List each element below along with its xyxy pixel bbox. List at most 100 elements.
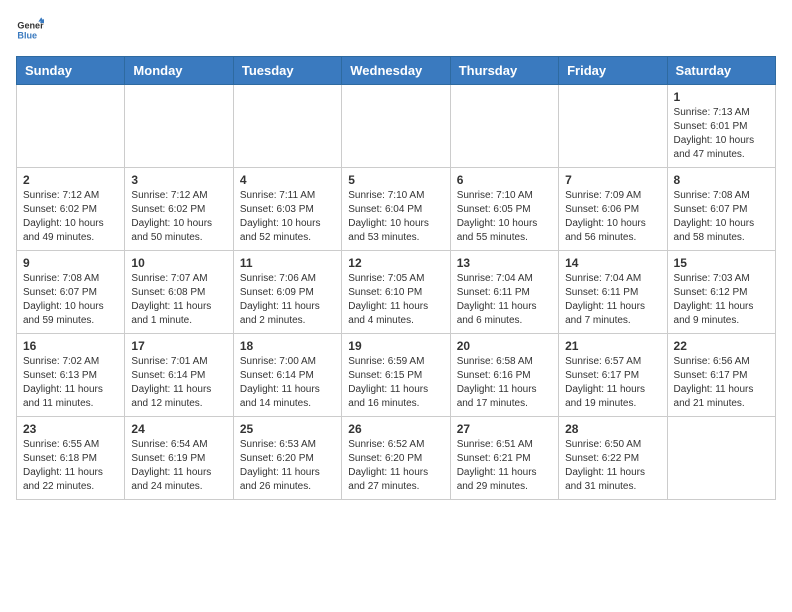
day-number: 8 xyxy=(674,173,769,187)
day-number: 4 xyxy=(240,173,335,187)
day-info: Sunrise: 6:56 AM Sunset: 6:17 PM Dayligh… xyxy=(674,355,769,411)
calendar-cell xyxy=(125,85,233,168)
calendar-cell: 16 Sunrise: 7:02 AM Sunset: 6:13 PM Dayli… xyxy=(17,334,125,417)
day-number: 11 xyxy=(240,256,335,270)
day-number: 17 xyxy=(131,339,226,353)
calendar-cell: 8 Sunrise: 7:08 AM Sunset: 6:07 PM Daylig… xyxy=(667,168,775,251)
calendar-cell xyxy=(17,85,125,168)
calendar-cell: 10 Sunrise: 7:07 AM Sunset: 6:08 PM Dayli… xyxy=(125,251,233,334)
col-header-wednesday: Wednesday xyxy=(342,57,450,85)
day-number: 3 xyxy=(131,173,226,187)
calendar-cell: 14 Sunrise: 7:04 AM Sunset: 6:11 PM Dayli… xyxy=(559,251,667,334)
logo-icon: General Blue xyxy=(16,16,44,44)
day-info: Sunrise: 6:51 AM Sunset: 6:21 PM Dayligh… xyxy=(457,438,552,494)
calendar-cell: 17 Sunrise: 7:01 AM Sunset: 6:14 PM Dayli… xyxy=(125,334,233,417)
calendar-cell: 2Sunrise: 7:12 AM Sunset: 6:02 PM Daylig… xyxy=(17,168,125,251)
day-number: 18 xyxy=(240,339,335,353)
day-info: Sunrise: 6:52 AM Sunset: 6:20 PM Dayligh… xyxy=(348,438,443,494)
calendar-cell: 13 Sunrise: 7:04 AM Sunset: 6:11 PM Dayli… xyxy=(450,251,558,334)
calendar-table: SundayMondayTuesdayWednesdayThursdayFrid… xyxy=(16,56,776,500)
day-info: Sunrise: 7:03 AM Sunset: 6:12 PM Dayligh… xyxy=(674,272,769,328)
calendar-cell: 28Sunrise: 6:50 AM Sunset: 6:22 PM Dayli… xyxy=(559,417,667,500)
calendar-cell xyxy=(667,417,775,500)
day-number: 13 xyxy=(457,256,552,270)
calendar-cell: 18 Sunrise: 7:00 AM Sunset: 6:14 PM Dayli… xyxy=(233,334,341,417)
day-number: 7 xyxy=(565,173,660,187)
calendar-cell: 12Sunrise: 7:05 AM Sunset: 6:10 PM Dayli… xyxy=(342,251,450,334)
calendar-week-3: 9 Sunrise: 7:08 AM Sunset: 6:07 PM Daylig… xyxy=(17,251,776,334)
day-info: Sunrise: 7:08 AM Sunset: 6:07 PM Dayligh… xyxy=(674,189,769,245)
day-info: Sunrise: 7:10 AM Sunset: 6:04 PM Dayligh… xyxy=(348,189,443,245)
day-number: 10 xyxy=(131,256,226,270)
calendar-cell: 26 Sunrise: 6:52 AM Sunset: 6:20 PM Dayli… xyxy=(342,417,450,500)
day-number: 12 xyxy=(348,256,443,270)
calendar-cell: 4Sunrise: 7:11 AM Sunset: 6:03 PM Daylig… xyxy=(233,168,341,251)
calendar-cell: 19 Sunrise: 6:59 AM Sunset: 6:15 PM Dayli… xyxy=(342,334,450,417)
calendar-cell: 1 Sunrise: 7:13 AM Sunset: 6:01 PM Daylig… xyxy=(667,85,775,168)
calendar-cell: 11 Sunrise: 7:06 AM Sunset: 6:09 PM Dayli… xyxy=(233,251,341,334)
day-info: Sunrise: 7:12 AM Sunset: 6:02 PM Dayligh… xyxy=(23,189,118,245)
calendar-cell: 27 Sunrise: 6:51 AM Sunset: 6:21 PM Dayli… xyxy=(450,417,558,500)
col-header-tuesday: Tuesday xyxy=(233,57,341,85)
calendar-header-row: SundayMondayTuesdayWednesdayThursdayFrid… xyxy=(17,57,776,85)
calendar-cell: 24 Sunrise: 6:54 AM Sunset: 6:19 PM Dayli… xyxy=(125,417,233,500)
calendar-week-4: 16 Sunrise: 7:02 AM Sunset: 6:13 PM Dayli… xyxy=(17,334,776,417)
day-number: 21 xyxy=(565,339,660,353)
day-info: Sunrise: 7:07 AM Sunset: 6:08 PM Dayligh… xyxy=(131,272,226,328)
day-number: 14 xyxy=(565,256,660,270)
day-info: Sunrise: 6:55 AM Sunset: 6:18 PM Dayligh… xyxy=(23,438,118,494)
calendar-cell xyxy=(233,85,341,168)
day-number: 19 xyxy=(348,339,443,353)
day-info: Sunrise: 7:13 AM Sunset: 6:01 PM Dayligh… xyxy=(674,106,769,162)
day-info: Sunrise: 6:59 AM Sunset: 6:15 PM Dayligh… xyxy=(348,355,443,411)
calendar-cell: 22 Sunrise: 6:56 AM Sunset: 6:17 PM Dayli… xyxy=(667,334,775,417)
calendar-week-5: 23 Sunrise: 6:55 AM Sunset: 6:18 PM Dayli… xyxy=(17,417,776,500)
calendar-cell: 23 Sunrise: 6:55 AM Sunset: 6:18 PM Dayli… xyxy=(17,417,125,500)
calendar-cell: 5 Sunrise: 7:10 AM Sunset: 6:04 PM Daylig… xyxy=(342,168,450,251)
col-header-friday: Friday xyxy=(559,57,667,85)
calendar-cell: 20 Sunrise: 6:58 AM Sunset: 6:16 PM Dayli… xyxy=(450,334,558,417)
day-number: 20 xyxy=(457,339,552,353)
day-number: 1 xyxy=(674,90,769,104)
day-number: 15 xyxy=(674,256,769,270)
calendar-cell: 6Sunrise: 7:10 AM Sunset: 6:05 PM Daylig… xyxy=(450,168,558,251)
day-info: Sunrise: 7:00 AM Sunset: 6:14 PM Dayligh… xyxy=(240,355,335,411)
day-info: Sunrise: 7:12 AM Sunset: 6:02 PM Dayligh… xyxy=(131,189,226,245)
day-number: 9 xyxy=(23,256,118,270)
day-number: 22 xyxy=(674,339,769,353)
svg-text:General: General xyxy=(17,21,44,31)
day-info: Sunrise: 7:06 AM Sunset: 6:09 PM Dayligh… xyxy=(240,272,335,328)
day-info: Sunrise: 6:54 AM Sunset: 6:19 PM Dayligh… xyxy=(131,438,226,494)
calendar-cell: 7 Sunrise: 7:09 AM Sunset: 6:06 PM Daylig… xyxy=(559,168,667,251)
calendar-cell xyxy=(342,85,450,168)
day-number: 23 xyxy=(23,422,118,436)
day-info: Sunrise: 7:01 AM Sunset: 6:14 PM Dayligh… xyxy=(131,355,226,411)
day-number: 27 xyxy=(457,422,552,436)
day-info: Sunrise: 6:58 AM Sunset: 6:16 PM Dayligh… xyxy=(457,355,552,411)
calendar-cell xyxy=(450,85,558,168)
day-number: 6 xyxy=(457,173,552,187)
day-number: 16 xyxy=(23,339,118,353)
day-number: 25 xyxy=(240,422,335,436)
logo: General Blue xyxy=(16,16,44,44)
day-info: Sunrise: 7:04 AM Sunset: 6:11 PM Dayligh… xyxy=(457,272,552,328)
svg-text:Blue: Blue xyxy=(17,30,37,40)
day-info: Sunrise: 7:02 AM Sunset: 6:13 PM Dayligh… xyxy=(23,355,118,411)
day-number: 28 xyxy=(565,422,660,436)
col-header-thursday: Thursday xyxy=(450,57,558,85)
calendar-week-1: 1 Sunrise: 7:13 AM Sunset: 6:01 PM Daylig… xyxy=(17,85,776,168)
day-info: Sunrise: 7:09 AM Sunset: 6:06 PM Dayligh… xyxy=(565,189,660,245)
day-info: Sunrise: 7:04 AM Sunset: 6:11 PM Dayligh… xyxy=(565,272,660,328)
day-number: 26 xyxy=(348,422,443,436)
col-header-sunday: Sunday xyxy=(17,57,125,85)
day-info: Sunrise: 6:53 AM Sunset: 6:20 PM Dayligh… xyxy=(240,438,335,494)
day-info: Sunrise: 7:08 AM Sunset: 6:07 PM Dayligh… xyxy=(23,272,118,328)
col-header-saturday: Saturday xyxy=(667,57,775,85)
calendar-week-2: 2Sunrise: 7:12 AM Sunset: 6:02 PM Daylig… xyxy=(17,168,776,251)
day-number: 24 xyxy=(131,422,226,436)
col-header-monday: Monday xyxy=(125,57,233,85)
calendar-cell: 9 Sunrise: 7:08 AM Sunset: 6:07 PM Daylig… xyxy=(17,251,125,334)
calendar-cell: 15 Sunrise: 7:03 AM Sunset: 6:12 PM Dayli… xyxy=(667,251,775,334)
calendar-cell: 25 Sunrise: 6:53 AM Sunset: 6:20 PM Dayli… xyxy=(233,417,341,500)
day-number: 5 xyxy=(348,173,443,187)
